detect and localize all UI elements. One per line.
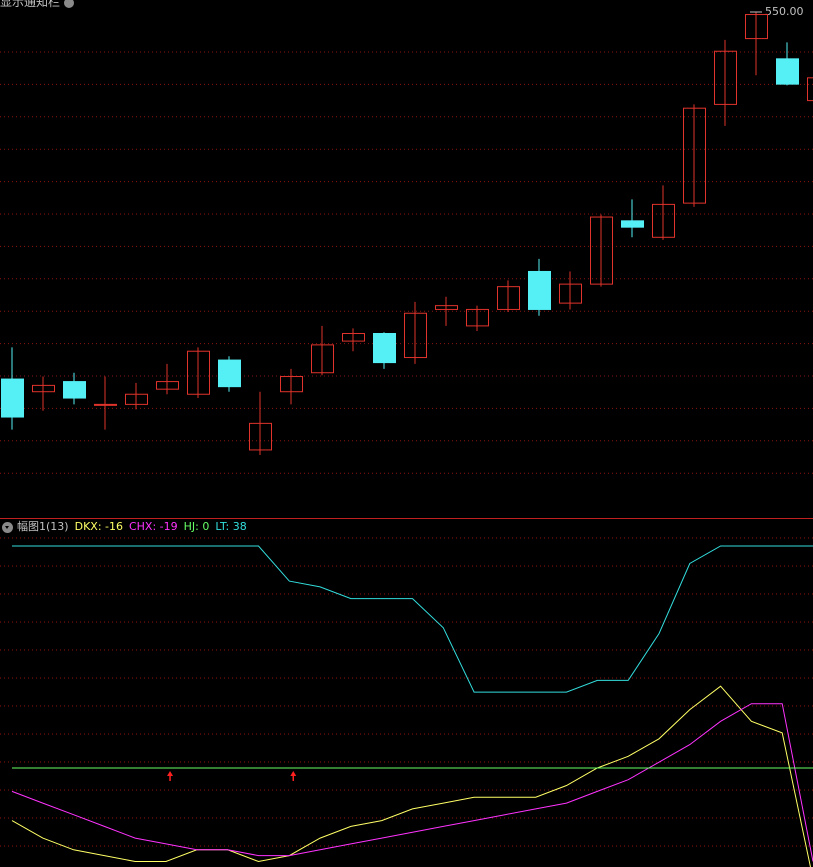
candle-body [373,332,396,364]
legend-lt: LT: 38 [215,520,247,533]
series-chx-line [11,703,813,862]
stock-chart[interactable] [0,0,813,867]
legend-dkx: DKX: -16 [74,520,123,533]
collapse-icon[interactable] [2,521,13,533]
series-dkx-line [11,685,811,867]
legend-chx: CHX: -19 [128,520,178,533]
candle-body [807,77,813,102]
indicator-name[interactable]: 幅图1(13) [17,519,69,535]
candle-body [776,58,799,85]
candle-body [94,403,117,406]
series-lt-line [12,545,813,693]
candle-body [621,220,644,228]
candle-body [1,378,24,418]
indicator-legend: 幅图1(13) DKX: -16 CHX: -19 HJ: 0 LT: 38 [2,519,253,535]
signal-arrow-head [167,771,174,776]
candle-body [63,381,86,399]
candle-body [218,359,241,388]
legend-hj: HJ: 0 [183,520,210,533]
candle-body [528,270,551,310]
signal-arrow-head [290,771,297,776]
